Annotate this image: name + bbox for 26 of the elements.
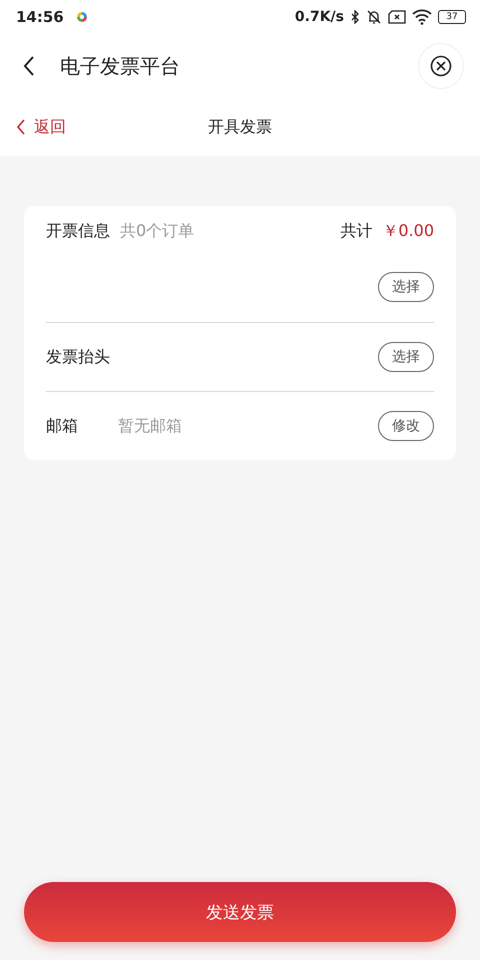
back-link[interactable]: 返回 [14,114,68,140]
bluetooth-icon [350,10,360,24]
order-count: 共0个订单 [120,220,194,242]
close-icon [430,55,452,77]
sim-card-icon [388,10,406,24]
action-button[interactable]: 修改 [378,411,434,441]
battery-indicator: 37 [438,10,466,24]
field-label: 发票抬头 [46,346,110,368]
section-title: 开具发票 [208,116,272,138]
select-button[interactable]: 选择 [378,272,434,302]
clock-time: 14:56 [16,8,64,26]
field-label: 开票信息 [46,220,110,242]
send-invoice-button[interactable]: 发送发票 [24,882,456,942]
action-button[interactable]: 选择 [378,342,434,372]
back-icon [22,55,36,77]
app-icon [76,11,88,23]
total-label: 共计 [340,220,372,242]
field-value: 暂无邮箱 [118,416,182,436]
wifi-icon [412,9,432,25]
back-icon [16,119,26,135]
page-title: 电子发票平台 [60,52,181,80]
close-button[interactable] [418,43,464,89]
muted-bell-icon [366,9,382,25]
total-amount: ￥0.00 [382,220,434,242]
field-label: 邮箱 [46,416,79,436]
network-speed: 0.7K/s [294,9,344,25]
